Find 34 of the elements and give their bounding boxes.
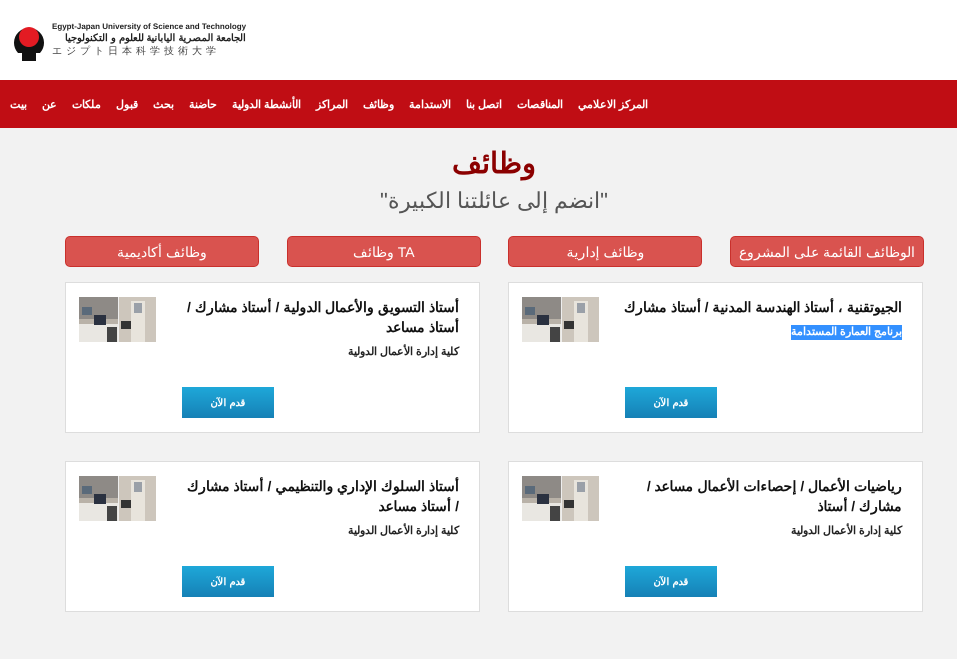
- nav-link[interactable]: قبول: [116, 98, 138, 110]
- apply-button[interactable]: قدم الآن: [182, 566, 274, 597]
- job-title: أستاذ السلوك الإداري والتنظيمي / أستاذ مشارك / أستاذ مساعد: [186, 476, 459, 516]
- logo-text: エジプト日本科学技術大学: [52, 45, 221, 58]
- nav-link[interactable]: الاستدامة: [409, 98, 452, 110]
- category-button[interactable]: وظائف إدارية: [508, 236, 702, 267]
- nav-link[interactable]: ملكات: [72, 98, 101, 110]
- nav-link[interactable]: بحث: [153, 98, 174, 110]
- page-title: وظائف: [451, 147, 537, 182]
- apply-button[interactable]: قدم الآن: [625, 566, 717, 597]
- apply-button[interactable]: قدم الآن: [625, 387, 717, 418]
- nav-link[interactable]: وظائف: [363, 98, 394, 110]
- nav-link[interactable]: المراكز: [316, 98, 348, 110]
- nav-link[interactable]: الأنشطة الدولية: [232, 98, 302, 110]
- nav-link[interactable]: المركز الاعلامي: [578, 98, 648, 110]
- apply-button[interactable]: قدم الآن: [182, 387, 274, 418]
- category-button[interactable]: TA وظائف: [286, 236, 481, 267]
- job-title: رياضيات الأعمال / إحصاءات الأعمال مساعد / مشارك / أستاذ: [646, 476, 902, 516]
- logo-text: Egypt-Japan University of Science and Technology: [52, 22, 246, 32]
- department-text: كلية إدارة الأعمال الدولية: [348, 524, 459, 539]
- nav-link[interactable]: المناقصات: [517, 98, 564, 110]
- department-text: كلية إدارة الأعمال الدولية: [348, 345, 459, 360]
- logo-text: الجامعة المصرية اليابانية للعلوم و التكنولوجيا: [64, 32, 246, 46]
- page-subtitle: "انضم إلى عائلتنا الكبيرة": [379, 187, 609, 216]
- nav-link[interactable]: اتصل بنا: [466, 98, 502, 110]
- job-title: أستاذ التسويق والأعمال الدولية / أستاذ مشارك / أستاذ مساعد: [186, 297, 459, 337]
- nav-link[interactable]: بيت: [10, 98, 27, 110]
- category-button[interactable]: الوظائف القائمة على المشروع: [730, 236, 924, 267]
- nav-link[interactable]: عن: [42, 98, 57, 110]
- category-button[interactable]: وظائف أكاديمية: [65, 236, 260, 267]
- nav-link[interactable]: حاضنة: [189, 98, 217, 110]
- department-text: كلية إدارة الأعمال الدولية: [790, 524, 902, 539]
- job-title: الجيوتقنية ، أستاذ الهندسة المدنية / أستاذ مشارك: [624, 297, 902, 317]
- department-text: برنامج العمارة المستدامة: [790, 325, 902, 340]
